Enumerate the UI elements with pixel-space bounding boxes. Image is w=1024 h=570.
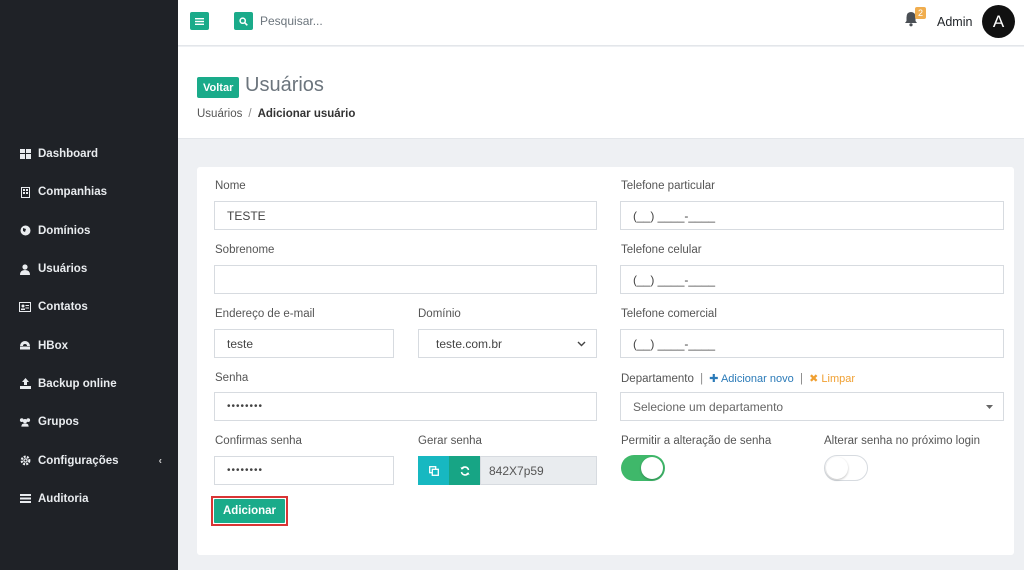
sidebar-nav: Dashboard Companhias Domínios Usuários C… bbox=[0, 135, 178, 518]
sidebar-item-contatos[interactable]: Contatos bbox=[0, 288, 178, 326]
refresh-icon bbox=[460, 465, 469, 476]
limpar-departamento-link[interactable]: ✖ Limpar bbox=[809, 373, 855, 385]
globe-icon bbox=[19, 225, 31, 237]
search-icon bbox=[239, 16, 248, 26]
users-icon bbox=[19, 416, 31, 428]
search-input[interactable] bbox=[260, 10, 460, 32]
sidebar-item-grupos[interactable]: Grupos bbox=[0, 403, 178, 441]
toggle-knob bbox=[826, 457, 848, 479]
avatar[interactable]: A bbox=[982, 5, 1015, 38]
sidebar-item-label: Grupos bbox=[38, 416, 79, 429]
user-name[interactable]: Admin bbox=[937, 15, 972, 29]
generated-password-field: 842X7p59 bbox=[480, 456, 597, 485]
sidebar-item-label: Configurações bbox=[38, 454, 119, 467]
sidebar-item-hbox[interactable]: HBox bbox=[0, 326, 178, 364]
gerar-senha-label: Gerar senha bbox=[418, 435, 482, 447]
list-icon bbox=[19, 493, 31, 505]
hbox-icon bbox=[19, 340, 31, 352]
sidebar-item-usuarios[interactable]: Usuários bbox=[0, 250, 178, 288]
plus-icon: ✚ bbox=[709, 373, 719, 385]
departamento-placeholder: Selecione um departamento bbox=[633, 399, 784, 414]
upload-icon bbox=[19, 378, 31, 390]
sidebar-item-dashboard[interactable]: Dashboard bbox=[0, 135, 178, 173]
sidebar-item-backup-online[interactable]: Backup online bbox=[0, 365, 178, 403]
tel-comercial-input[interactable]: (__) ____-____ bbox=[620, 329, 1004, 358]
copy-icon bbox=[428, 465, 439, 476]
back-button[interactable]: Voltar bbox=[197, 77, 240, 98]
nome-input[interactable]: TESTE bbox=[214, 201, 597, 230]
sidebar-item-configuracoes[interactable]: Configurações ‹ bbox=[0, 441, 178, 479]
dashboard-icon bbox=[19, 148, 31, 160]
adicionar-novo-label: Adicionar novo bbox=[720, 373, 794, 385]
topbar: 2 Admin A bbox=[178, 0, 1024, 46]
caret-down-icon bbox=[986, 404, 993, 409]
sobrenome-input[interactable] bbox=[214, 265, 597, 294]
confirma-senha-label: Confirmas senha bbox=[215, 435, 302, 447]
sidebar-item-label: Usuários bbox=[38, 263, 88, 276]
sidebar-item-label: Companhias bbox=[38, 186, 108, 199]
departamento-label-row: Departamento | ✚ Adicionar novo | ✖ Limp… bbox=[621, 372, 855, 385]
permitir-alteracao-label: Permitir a alteração de senha bbox=[621, 435, 772, 447]
tel-celular-input[interactable]: (__) ____-____ bbox=[620, 265, 1004, 294]
times-icon: ✖ bbox=[809, 373, 819, 385]
generate-password-button[interactable] bbox=[449, 456, 480, 485]
sobrenome-label: Sobrenome bbox=[215, 244, 275, 256]
alterar-proximo-login-toggle[interactable] bbox=[824, 455, 868, 481]
departamento-label: Departamento bbox=[621, 373, 694, 385]
adicionar-button[interactable]: Adicionar bbox=[214, 499, 286, 523]
breadcrumb-parent[interactable]: Usuários bbox=[197, 108, 242, 120]
nome-label: Nome bbox=[215, 180, 246, 192]
email-input[interactable]: teste bbox=[214, 329, 394, 358]
chevron-left-icon: ‹ bbox=[158, 455, 162, 467]
senha-label: Senha bbox=[215, 372, 249, 384]
user-form-card: Nome TESTE Sobrenome Endereço de e-mail … bbox=[197, 167, 1014, 555]
adicionar-departamento-link[interactable]: ✚ Adicionar novo bbox=[709, 373, 793, 385]
sidebar-item-companhias[interactable]: Companhias bbox=[0, 173, 178, 211]
search-button[interactable] bbox=[234, 12, 253, 30]
page-title: Usuários bbox=[245, 74, 324, 96]
sidebar: Dashboard Companhias Domínios Usuários C… bbox=[0, 0, 178, 570]
notification-badge: 2 bbox=[915, 7, 927, 19]
hamburger-icon bbox=[195, 17, 204, 25]
senha-input[interactable]: •••••••• bbox=[214, 392, 597, 421]
adicionar-button-highlight: Adicionar bbox=[211, 496, 289, 526]
sidebar-item-label: Dashboard bbox=[38, 148, 99, 161]
chevron-down-icon bbox=[577, 341, 586, 346]
menu-toggle-button[interactable] bbox=[190, 12, 209, 30]
breadcrumb-current: Adicionar usuário bbox=[257, 108, 356, 120]
dominio-label: Domínio bbox=[418, 308, 461, 320]
breadcrumb: Usuários / Adicionar usuário bbox=[197, 108, 355, 120]
building-icon bbox=[19, 186, 31, 198]
dominio-value: teste.com.br bbox=[436, 336, 503, 351]
toggle-knob bbox=[641, 457, 663, 479]
gear-icon bbox=[19, 455, 31, 467]
permitir-alteracao-toggle[interactable] bbox=[621, 455, 665, 481]
breadcrumb-separator: / bbox=[248, 108, 252, 120]
sidebar-item-label: Contatos bbox=[38, 301, 88, 314]
sidebar-item-dominios[interactable]: Domínios bbox=[0, 212, 178, 250]
tel-particular-label: Telefone particular bbox=[621, 180, 715, 192]
confirma-senha-input[interactable]: •••••••• bbox=[214, 456, 394, 485]
user-icon bbox=[19, 263, 31, 275]
copy-password-button[interactable] bbox=[418, 456, 449, 485]
limpar-label: Limpar bbox=[821, 373, 856, 385]
tel-particular-input[interactable]: (__) ____-____ bbox=[620, 201, 1004, 230]
page-header: Voltar Usuários Usuários / Adicionar usuár… bbox=[178, 47, 1024, 139]
email-label: Endereço de e-mail bbox=[215, 308, 315, 320]
departamento-sep: | bbox=[700, 373, 704, 385]
tel-celular-label: Telefone celular bbox=[621, 244, 702, 256]
dominio-select[interactable]: teste.com.br bbox=[418, 329, 597, 358]
sidebar-item-label: Auditoria bbox=[38, 492, 89, 505]
sidebar-item-label: HBox bbox=[38, 339, 69, 352]
departamento-select[interactable]: Selecione um departamento bbox=[620, 392, 1004, 421]
sidebar-item-label: Domínios bbox=[38, 224, 91, 237]
alterar-proximo-login-label: Alterar senha no próximo login bbox=[824, 435, 980, 447]
departamento-sep-2: | bbox=[799, 373, 803, 385]
address-card-icon bbox=[19, 301, 31, 313]
sidebar-item-label: Backup online bbox=[38, 377, 117, 390]
tel-comercial-label: Telefone comercial bbox=[621, 308, 717, 320]
sidebar-item-auditoria[interactable]: Auditoria bbox=[0, 480, 178, 518]
